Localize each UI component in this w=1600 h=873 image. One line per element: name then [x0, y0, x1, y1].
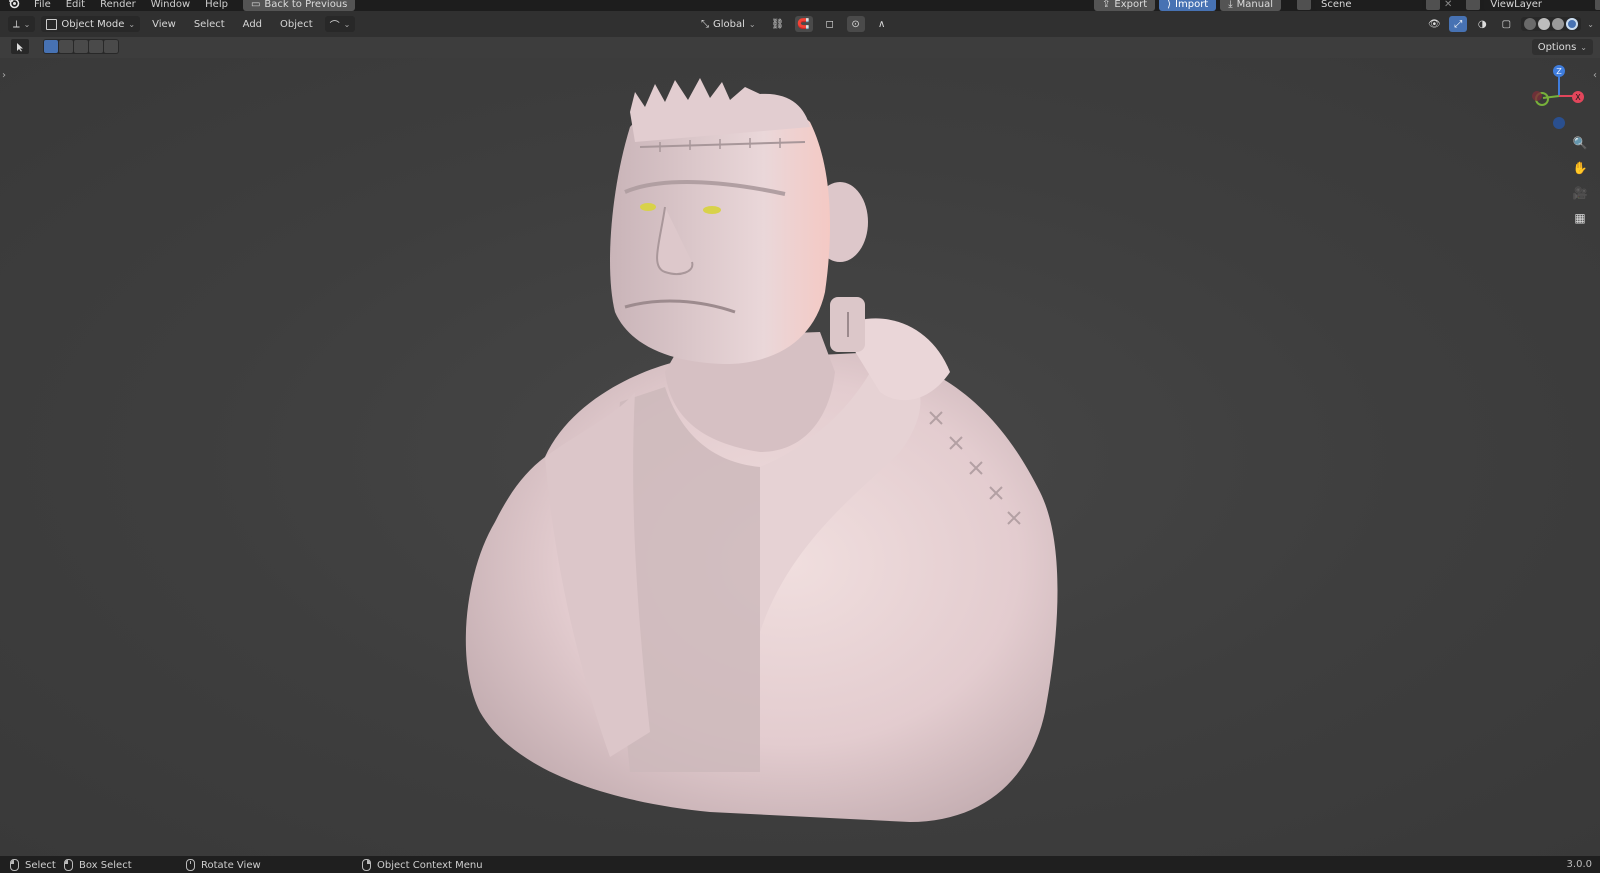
manual-label: Manual	[1236, 0, 1273, 10]
options-dropdown[interactable]: Options ⌄	[1531, 39, 1593, 55]
download-icon: ⤓	[1228, 0, 1233, 10]
select-new-icon[interactable]	[44, 40, 58, 53]
right-mouse-icon	[362, 859, 371, 871]
status-rotate: Rotate View	[186, 859, 261, 871]
select-subtract-icon[interactable]	[74, 40, 88, 53]
tool-settings-row	[11, 39, 119, 54]
select-tool-icon[interactable]	[11, 39, 29, 54]
gpencil-dropdown[interactable]: ⌒ ⌄	[324, 16, 356, 32]
export-button[interactable]: ⇪ Export	[1094, 0, 1156, 11]
menu-add[interactable]: Add	[237, 19, 268, 30]
delete-scene-icon[interactable]: ✕	[1444, 0, 1452, 10]
chevron-down-icon: ⌄	[343, 19, 351, 29]
import-label: Import	[1175, 0, 1209, 10]
status-rotate-label: Rotate View	[201, 859, 261, 871]
editor-type-dropdown[interactable]: ⟂ ⌄	[8, 16, 36, 32]
menu-edit[interactable]: Edit	[66, 0, 85, 10]
left-mouse-icon	[10, 859, 19, 871]
mode-dropdown[interactable]: Object Mode ⌄	[41, 16, 141, 32]
proportional-editing-icon[interactable]: ⊙	[846, 16, 865, 32]
status-select: Select	[10, 859, 56, 871]
pan-hand-icon[interactable]: ✋	[1569, 157, 1591, 179]
back-to-previous-label: Back to Previous	[264, 0, 348, 10]
gizmo-x-label: X	[1575, 93, 1581, 102]
export-label: Export	[1114, 0, 1148, 10]
status-box-select: Box Select	[64, 859, 132, 871]
chevron-down-icon: ⌄	[748, 19, 756, 29]
view-layer-field[interactable]: ViewLayer	[1484, 0, 1592, 11]
xray-icon[interactable]: ▢	[1497, 16, 1515, 32]
snap-icon[interactable]: 🧲	[794, 16, 813, 32]
zoom-icon[interactable]: 🔍	[1569, 132, 1591, 154]
menu-select[interactable]: Select	[188, 19, 231, 30]
left-mouse-drag-icon	[64, 859, 73, 871]
import-button[interactable]: ⟩ Import	[1159, 0, 1217, 11]
toolbar-expand-icon[interactable]: ›	[2, 70, 6, 81]
manual-button[interactable]: ⤓ Manual	[1220, 0, 1281, 11]
view-layer-name: ViewLayer	[1490, 0, 1543, 10]
menu-render[interactable]: Render	[100, 0, 136, 10]
status-box-select-label: Box Select	[79, 859, 132, 871]
view-layer-selector-icon[interactable]	[1466, 0, 1481, 10]
object-mode-icon	[46, 18, 58, 30]
menu-file[interactable]: File	[34, 0, 51, 10]
middle-mouse-icon	[186, 859, 195, 871]
transform-orientation-dropdown[interactable]: ⤡ Global ⌄	[696, 16, 761, 32]
snap-target-icon[interactable]: ◻	[821, 16, 839, 32]
gizmo-toggle-icon[interactable]: ⤢	[1449, 16, 1468, 32]
blender-logo-icon[interactable]	[8, 0, 20, 11]
solid-shading-icon[interactable]	[1538, 18, 1551, 30]
material-preview-icon[interactable]	[1552, 18, 1565, 30]
menu-window[interactable]: Window	[151, 0, 190, 10]
status-context-menu: Object Context Menu	[362, 859, 483, 871]
select-extend-icon[interactable]	[59, 40, 73, 53]
export-icon: ⇪	[1102, 0, 1111, 10]
selection-mode-group	[43, 39, 119, 54]
chevron-down-icon: ⌄	[1580, 42, 1587, 52]
version-label: 3.0.0	[1566, 859, 1592, 870]
pivot-point-icon[interactable]: ⛓	[769, 16, 787, 32]
navigation-gizmo[interactable]: Z X	[1525, 64, 1595, 129]
viewport-header: ⟂ ⌄ Object Mode ⌄ View Select Add Object …	[0, 11, 1600, 37]
camera-view-icon[interactable]: 🎥	[1569, 182, 1591, 204]
3d-viewport[interactable]: › ‹ Z X 🔍 ✋ 🎥 ▦	[0, 58, 1600, 856]
curve-icon: ⌒	[329, 20, 340, 32]
new-scene-icon[interactable]	[1426, 0, 1440, 10]
top-menu-bar: File Edit Render Window Help ▭ Back to P…	[0, 0, 1600, 11]
chevron-down-icon[interactable]: ⌄	[1587, 20, 1594, 29]
sculpture-bust[interactable]	[460, 72, 1080, 842]
orientation-label: Global	[713, 18, 745, 30]
menu-help[interactable]: Help	[205, 0, 228, 10]
orientation-icon: ⤡	[701, 18, 709, 30]
status-select-label: Select	[25, 859, 56, 871]
menu-object[interactable]: Object	[274, 19, 319, 30]
status-context-menu-label: Object Context Menu	[377, 859, 483, 871]
import-icon: ⟩	[1167, 0, 1172, 10]
axis-icon: ⟂	[13, 18, 20, 30]
wireframe-shading-icon[interactable]	[1524, 18, 1537, 30]
select-invert-icon[interactable]	[89, 40, 103, 53]
gizmo-z-label: Z	[1556, 67, 1562, 76]
visibility-icon[interactable]: 👁	[1425, 16, 1443, 32]
mode-label: Object Mode	[61, 18, 125, 30]
shading-mode-group	[1521, 17, 1582, 31]
options-label: Options	[1537, 41, 1577, 53]
status-bar: Select Box Select Rotate View Object Con…	[0, 856, 1600, 873]
scene-name: Scene	[1321, 0, 1352, 10]
select-intersect-icon[interactable]	[104, 40, 118, 53]
menu-view[interactable]: View	[146, 19, 182, 30]
new-view-layer-icon[interactable]	[1595, 0, 1600, 10]
overlay-icon[interactable]: ◑	[1473, 16, 1491, 32]
falloff-icon[interactable]: ∧	[873, 16, 891, 32]
chevron-down-icon: ⌄	[128, 19, 136, 29]
screen-icon: ▭	[250, 0, 261, 10]
scene-selector-icon[interactable]	[1297, 0, 1311, 10]
chevron-down-icon: ⌄	[23, 19, 31, 29]
grid-toggle-icon[interactable]: ▦	[1569, 207, 1591, 229]
rendered-shading-icon[interactable]	[1566, 18, 1579, 30]
back-to-previous-button[interactable]: ▭ Back to Previous	[242, 0, 356, 11]
scene-name-field[interactable]: Scene	[1315, 0, 1422, 11]
